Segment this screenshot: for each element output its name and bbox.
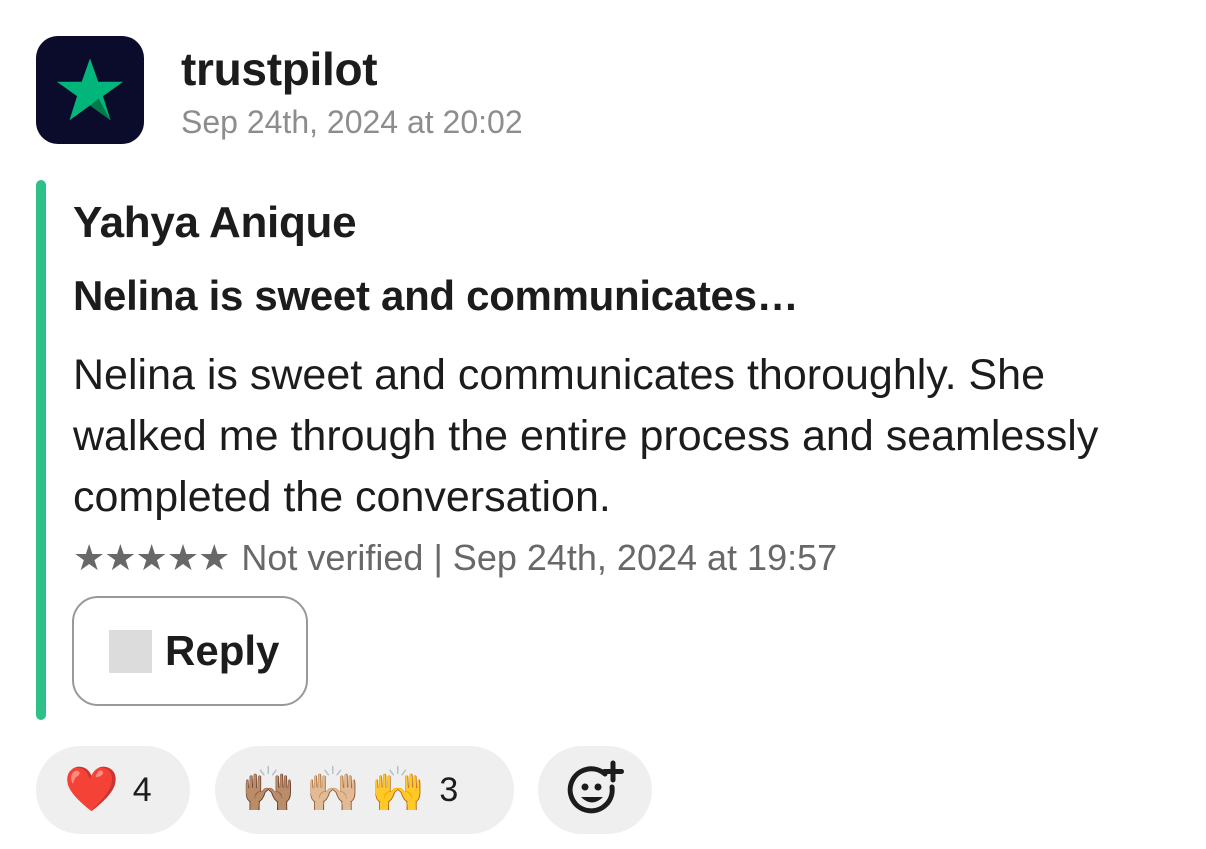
- review-meta-text: Not verified | Sep 24th, 2024 at 19:57: [241, 537, 838, 578]
- add-reaction-button[interactable]: [538, 746, 652, 834]
- reply-label: Reply: [165, 627, 280, 674]
- review-body: Nelina is sweet and communicates thoroug…: [73, 351, 1099, 521]
- reaction-heart[interactable]: ❤️ 4: [36, 746, 190, 834]
- star-rating: ★★★★★: [73, 537, 230, 578]
- attachment-accent-bar: [36, 180, 46, 720]
- raising-hands-icon: 🙌: [370, 765, 426, 814]
- app-avatar[interactable]: [36, 36, 144, 144]
- add-reaction-icon: [567, 760, 624, 814]
- reaction-count: 3: [439, 770, 459, 809]
- reply-icon: [109, 629, 152, 673]
- reviewer-name: Yahya Anique: [73, 198, 357, 247]
- trustpilot-star-icon: [56, 58, 124, 121]
- reaction-raising-hands[interactable]: 🙌🏽 🙌🏼 🙌 3: [215, 746, 514, 834]
- raising-hands-medium-icon: 🙌🏽: [241, 765, 296, 814]
- reply-button[interactable]: Reply: [72, 596, 308, 706]
- review-meta: ★★★★★ Not verified | Sep 24th, 2024 at 1…: [73, 537, 837, 579]
- app-name[interactable]: trustpilot: [181, 42, 378, 96]
- red-heart-icon: ❤️: [64, 765, 119, 814]
- reaction-count: 4: [132, 770, 152, 809]
- message-timestamp[interactable]: Sep 24th, 2024 at 20:02: [181, 104, 523, 141]
- raising-hands-light-icon: 🙌🏼: [305, 765, 361, 814]
- review-title: Nelina is sweet and communicates…: [73, 272, 799, 319]
